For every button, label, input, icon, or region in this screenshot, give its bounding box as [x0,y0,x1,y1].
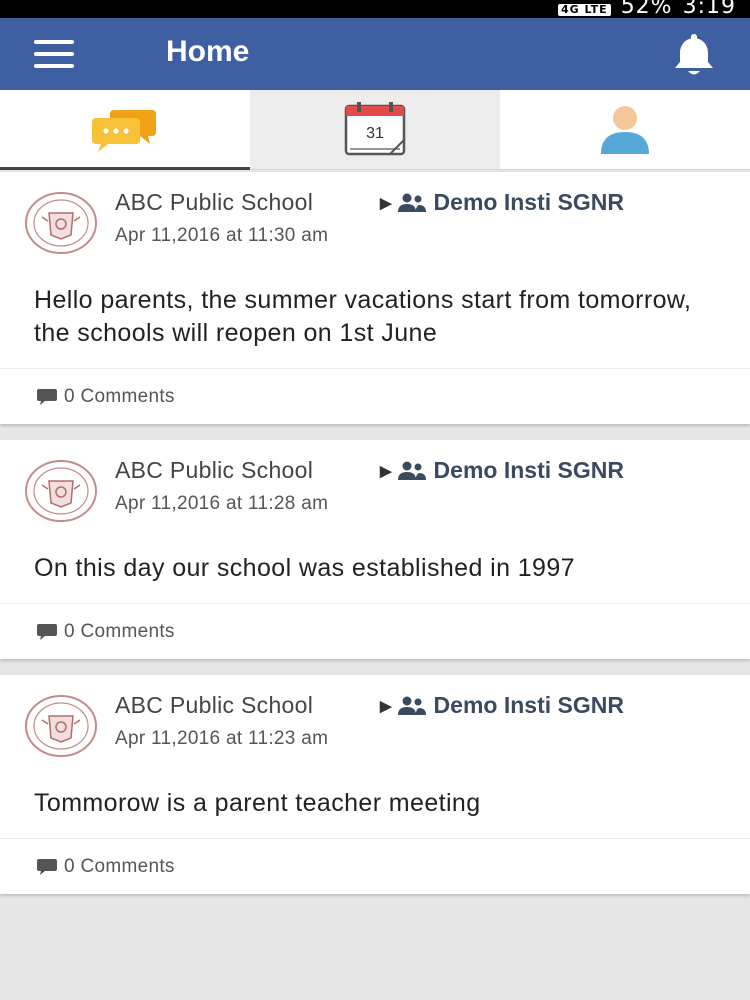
group-icon [397,461,426,480]
post-card: ABC Public School ▶ Demo Insti SGNR Apr … [0,440,750,659]
comments-count: 0 Comments [64,855,175,877]
post-timestamp: Apr 11,2016 at 11:28 am [115,493,329,514]
comments-count: 0 Comments [64,620,175,642]
school-name: ABC Public School [115,692,314,718]
caret-right-icon: ▶ [380,194,392,212]
group-name: Demo Insti SGNR [433,457,624,483]
comment-icon [37,388,57,405]
comments-link[interactable]: 0 Comments [0,603,750,659]
caret-right-icon: ▶ [380,462,392,480]
group-link[interactable]: ▶ Demo Insti SGNR [380,189,624,216]
school-name: ABC Public School [115,457,314,483]
bell-icon[interactable] [668,28,720,80]
comment-icon [37,858,57,875]
app-bar: Home [0,18,750,90]
school-name: ABC Public School [115,189,314,215]
post-timestamp: Apr 11,2016 at 11:30 am [115,225,329,246]
post-text: Tommorow is a parent teacher meeting [34,789,481,817]
group-name: Demo Insti SGNR [433,189,624,215]
battery-level: 52% [620,0,673,19]
school-logo [25,460,97,522]
post-feed: ABC Public School ▶ Demo Insti SGNR Apr … [0,172,750,910]
network-indicator: 4G LTE [557,3,611,16]
post-timestamp: Apr 11,2016 at 11:23 am [115,728,329,749]
group-name: Demo Insti SGNR [433,692,624,718]
tab-messages[interactable] [0,90,250,170]
group-icon [397,193,426,212]
calendar-icon: 31 [344,101,406,155]
clock: 3:19 [682,0,736,19]
comments-link[interactable]: 0 Comments [0,838,750,894]
chat-bubbles-icon [92,109,156,152]
school-logo [25,695,97,757]
tab-calendar[interactable]: 31 [250,90,500,169]
comment-icon [37,623,57,640]
tab-profile[interactable] [500,90,750,169]
calendar-date: 31 [366,125,384,142]
status-bar: 4G LTE 52% 3:19 [0,0,750,19]
caret-right-icon: ▶ [380,697,392,715]
comments-link[interactable]: 0 Comments [0,368,750,424]
school-logo [25,192,97,254]
post-text: Hello parents, the summer vacations star… [34,286,692,347]
tab-bar: 31 [0,90,750,170]
group-icon [397,696,426,715]
menu-icon[interactable] [34,40,74,68]
group-link[interactable]: ▶ Demo Insti SGNR [380,457,624,484]
comments-count: 0 Comments [64,385,175,407]
page-title: Home [166,35,250,68]
post-card: ABC Public School ▶ Demo Insti SGNR Apr … [0,172,750,424]
post-text: On this day our school was established i… [34,554,575,582]
group-link[interactable]: ▶ Demo Insti SGNR [380,692,624,719]
user-icon [601,105,649,154]
post-card: ABC Public School ▶ Demo Insti SGNR Apr … [0,675,750,894]
